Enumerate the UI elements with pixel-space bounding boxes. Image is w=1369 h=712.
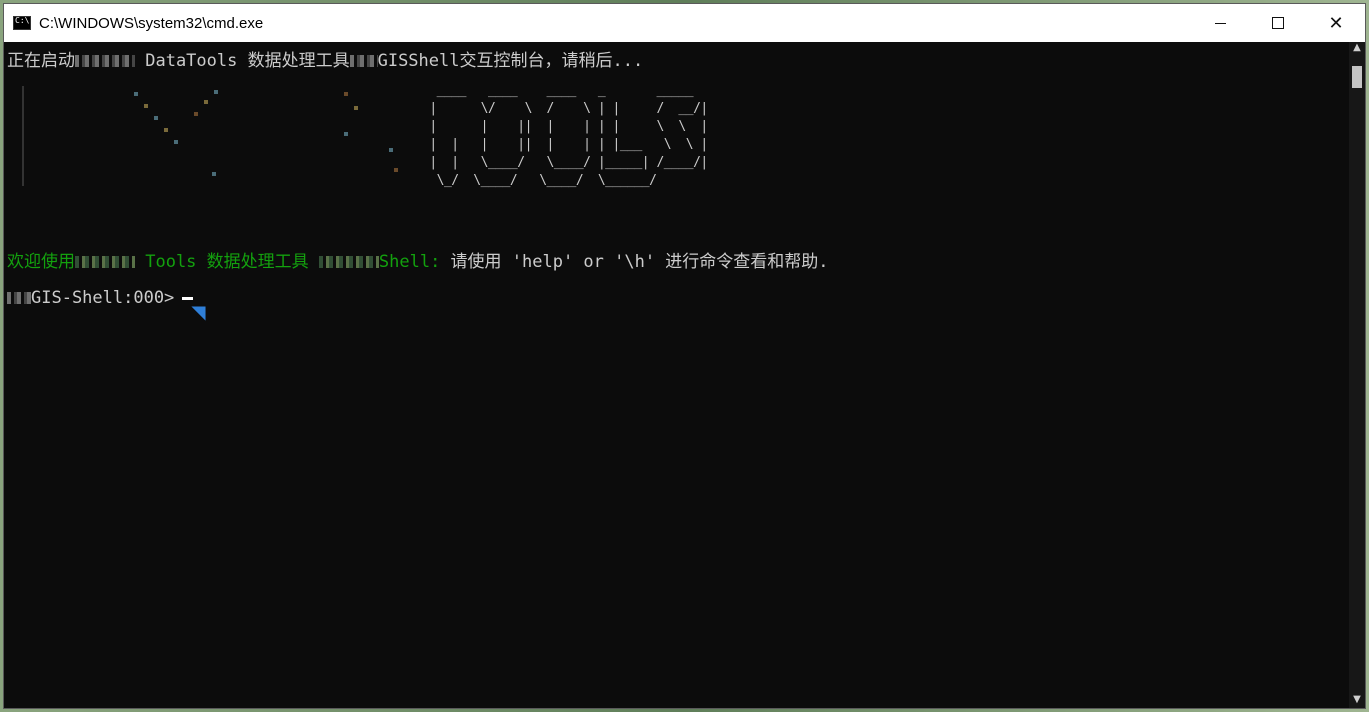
close-button[interactable]: ✕ bbox=[1307, 4, 1365, 42]
startup-tools: DataTools 数据处理工具 bbox=[135, 51, 350, 71]
mouse-pointer-icon bbox=[191, 299, 213, 321]
welcome-help: 请使用 'help' or '\h' 进行命令查看和帮助. bbox=[440, 252, 829, 272]
redacted-text bbox=[7, 292, 31, 304]
window-controls: ✕ bbox=[1191, 4, 1365, 42]
minimize-icon bbox=[1214, 22, 1226, 24]
redacted-text bbox=[318, 256, 379, 268]
minimize-button[interactable] bbox=[1191, 4, 1249, 42]
welcome-prefix: 欢迎使用 bbox=[7, 252, 75, 272]
scroll-thumb[interactable] bbox=[1352, 66, 1362, 88]
welcome-tools: Tools 数据处理工具 bbox=[135, 252, 319, 272]
scroll-down-icon[interactable]: ▼ bbox=[1349, 694, 1365, 708]
welcome-shell: Shell: bbox=[378, 252, 441, 272]
maximize-icon bbox=[1272, 17, 1284, 29]
close-icon: ✕ bbox=[1328, 12, 1344, 34]
redacted-text bbox=[349, 55, 378, 67]
startup-suffix: GISShell交互控制台，请稍后... bbox=[377, 51, 644, 71]
prompt-text: GIS-Shell:000> bbox=[31, 288, 175, 308]
cmd-window[interactable]: C:\WINDOWS\system32\cmd.exe ✕ 正在启动 DataT… bbox=[4, 4, 1365, 708]
console-area[interactable]: 正在启动 DataTools 数据处理工具 GISShell交互控制台，请稍后..… bbox=[4, 42, 1349, 708]
redacted-text bbox=[75, 256, 135, 268]
startup-prefix: 正在启动 bbox=[7, 51, 75, 71]
prompt-line[interactable]: GIS-Shell:000> bbox=[7, 288, 194, 308]
welcome-line: 欢迎使用 Tools 数据处理工具 Shell: 请使用 'help' or '… bbox=[7, 247, 829, 272]
scroll-up-icon[interactable]: ▲ bbox=[1349, 42, 1365, 56]
title-bar[interactable]: C:\WINDOWS\system32\cmd.exe ✕ bbox=[4, 4, 1365, 42]
window-title: C:\WINDOWS\system32\cmd.exe bbox=[39, 14, 264, 32]
ascii-logo-tools: ____ ____ ____ _ _____ | \/ \ / \ | | / … bbox=[429, 83, 708, 188]
redacted-text bbox=[75, 55, 135, 67]
vertical-scrollbar[interactable]: ▲ ▼ bbox=[1349, 42, 1365, 708]
startup-line: 正在启动 DataTools 数据处理工具 GISShell交互控制台，请稍后..… bbox=[7, 46, 643, 71]
maximize-button[interactable] bbox=[1249, 4, 1307, 42]
redacted-logo bbox=[14, 82, 414, 192]
text-cursor bbox=[182, 296, 194, 300]
ascii-banner: ____ ____ ____ _ _____ | \/ \ / \ | | / … bbox=[14, 82, 784, 192]
cmd-icon bbox=[13, 16, 31, 30]
